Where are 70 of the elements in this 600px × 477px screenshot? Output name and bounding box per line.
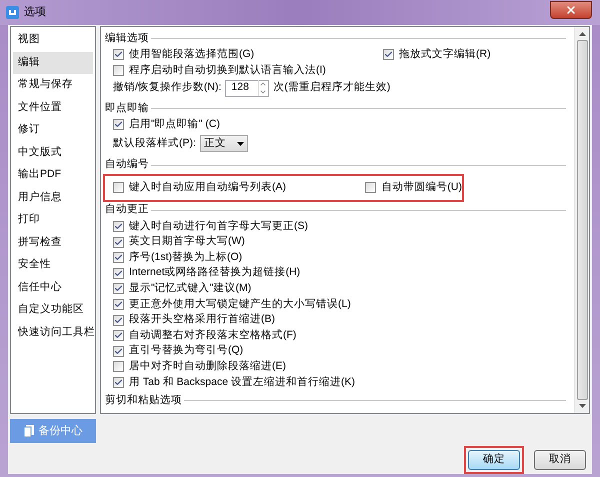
sidebar-item[interactable]: 安全性 [13,254,93,276]
app-icon [6,6,19,19]
scroll-thumb[interactable] [576,40,588,400]
sidebar-item[interactable]: 信任中心 [13,276,93,299]
section-heading: 自动更正 [105,202,149,218]
checkbox[interactable] [113,314,124,326]
checkbox-label: 段落开头空格采用行首缩进(B) [129,312,275,328]
checkbox-label: 拖放式文字编辑(R) [399,46,491,62]
checkbox[interactable] [113,283,124,294]
checkbox[interactable] [113,49,124,60]
checkbox[interactable] [113,268,124,279]
window-title: 选项 [24,5,46,20]
checkbox[interactable] [113,119,124,130]
step-count-spinner[interactable]: 128 [225,80,270,97]
sidebar-item[interactable]: 修订 [13,119,93,142]
sidebar-item[interactable]: 中文版式 [13,142,93,164]
style-dropdown[interactable]: 正文 [200,135,248,152]
sidebar-item[interactable]: 用户信息 [13,186,93,209]
sidebar-item[interactable]: 常规与保存 [13,74,93,96]
sidebar-item[interactable]: 自定义功能区 [13,299,93,322]
checkbox[interactable] [113,236,124,248]
sidebar-item[interactable]: 打印 [13,209,93,232]
scrollbar[interactable] [574,27,589,413]
checkbox-label: 使用智能段落选择范围(G) [129,46,254,62]
sidebar-item[interactable]: 快速访问工具栏 [13,322,93,344]
checkbox-label: 自动带圆编号(U) [381,180,462,195]
checkbox[interactable] [113,330,124,342]
section-heading: 自动编号 [105,157,149,172]
checkbox-label: 程序启动时自动切换到默认语言输入法(I) [129,62,326,78]
sidebar-item[interactable]: 文件位置 [13,96,93,119]
checkbox[interactable] [113,361,124,372]
checkbox-label: 直引号替换为弯引号(Q) [129,343,244,358]
checkbox-label: 键入时自动应用自动编号列表(A) [129,180,286,195]
checkbox[interactable] [113,252,124,264]
sidebar-item[interactable]: 视图 [13,29,93,52]
dialog-button[interactable]: 取消 [534,450,586,470]
checkbox[interactable] [113,346,124,357]
checkbox[interactable] [365,182,376,194]
sidebar-item[interactable]: 拼写检查 [13,232,93,254]
section-heading: 编辑选项 [105,30,149,46]
checkbox[interactable] [113,182,124,194]
checkbox-label: 自动调整右对齐段落末空格格式(F) [129,328,296,343]
scroll-down-icon[interactable] [578,404,586,408]
checkbox-label: 键入时自动进行句首字母大写更正(S) [129,218,308,234]
checkbox[interactable] [113,299,124,310]
scroll-up-icon[interactable] [578,32,586,36]
checkbox[interactable] [113,377,124,388]
checkbox-label: 序号(1st)替换为上标(O) [129,250,242,265]
checkbox-label: 启用"即点即输" (C) [129,117,220,132]
document-icon [24,425,34,437]
checkbox-label: 用 Tab 和 Backspace 设置左缩进和首行缩进(K) [129,374,355,390]
sidebar-item[interactable]: 编辑 [13,52,93,74]
dialog-button[interactable]: 确定 [468,450,520,470]
checkbox-label: Internet或网络路径替换为超链接(H) [129,265,300,280]
dropdown-caret-icon [236,142,244,146]
checkbox[interactable] [113,221,124,232]
section-heading: 即点即输 [105,100,149,116]
sidebar-item[interactable]: 输出PDF [13,164,93,186]
field-label: 默认段落样式(P): [113,136,196,151]
checkbox-label: 英文日期首字母大写(W) [129,234,245,250]
field-note: 次(需重启程序才能生效) [273,80,390,96]
close-button[interactable] [550,0,592,18]
checkbox-label: 显示"记忆式键入"建议(M) [129,281,252,296]
section-heading: 剪切和粘贴选项 [105,392,182,408]
checkbox-label: 更正意外使用大写锁定键产生的大小写错误(L) [129,296,351,312]
checkbox[interactable] [383,49,394,60]
field-label: 撤销/恢复操作步数(N): [113,80,222,96]
checkbox-label: 居中对齐时自动删除段落缩进(E) [129,359,286,374]
checkbox[interactable] [113,64,124,76]
close-icon [565,4,577,16]
